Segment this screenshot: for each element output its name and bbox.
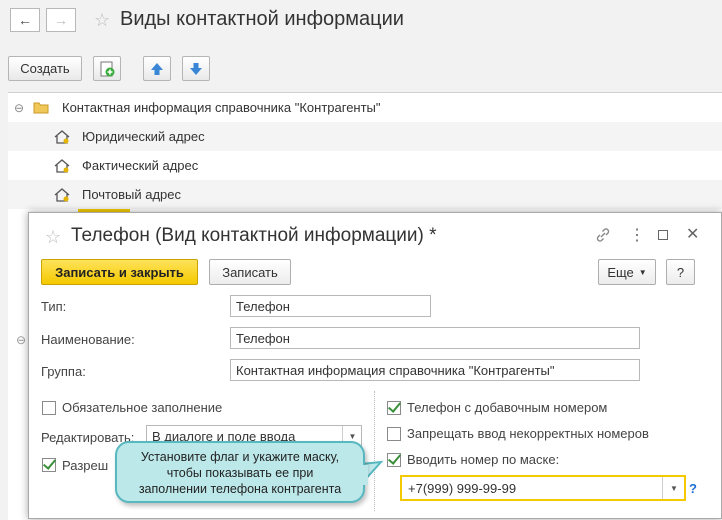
tree-root-row[interactable]: ⊖ Контактная информация справочника "Кон… (8, 93, 722, 122)
move-down-button[interactable] (182, 56, 210, 81)
address-house-icon (54, 158, 70, 173)
tree-item-label: Фактический адрес (82, 158, 199, 173)
address-house-icon (54, 187, 70, 202)
name-label: Наименование: (41, 332, 135, 347)
collapse-icon[interactable]: ⊖ (16, 333, 26, 347)
mask-input[interactable]: +7(999) 999-99-99 (400, 475, 686, 501)
forbid-incorrect-label: Запрещать ввод некорректных номеров (407, 426, 649, 441)
group-field[interactable]: Контактная информация справочника "Контр… (230, 359, 640, 381)
forward-button[interactable]: → (46, 8, 76, 32)
favorite-star-icon[interactable]: ☆ (45, 227, 61, 248)
page-title: Виды контактной информации (120, 8, 404, 30)
name-field[interactable]: Телефон (230, 327, 640, 349)
arrow-right-icon: → (54, 12, 68, 28)
save-button[interactable]: Записать (209, 259, 291, 285)
help-button[interactable]: ? (666, 259, 695, 285)
close-icon[interactable]: ✕ (686, 224, 699, 244)
arrow-up-icon (151, 62, 163, 75)
arrow-left-icon: ← (18, 12, 32, 28)
add-folder-icon (100, 61, 115, 76)
mask-label: Вводить номер по маске: (407, 452, 560, 467)
hint-callout: Установите флаг и укажите маску, чтобы п… (115, 441, 365, 503)
mask-checkbox[interactable] (387, 453, 401, 467)
create-group-button[interactable] (93, 56, 121, 81)
maximize-icon[interactable] (658, 230, 668, 240)
arrow-down-icon (190, 62, 202, 75)
more-label: Еще (607, 264, 634, 280)
favorite-star-icon[interactable]: ☆ (94, 10, 110, 31)
allow-checkbox[interactable] (42, 458, 56, 472)
callout-line: заполнении телефона контрагента (138, 482, 342, 496)
chevron-down-icon[interactable]: ▼ (662, 477, 685, 499)
forbid-incorrect-checkbox[interactable] (387, 427, 401, 441)
link-icon[interactable] (595, 227, 611, 243)
type-label: Тип: (41, 299, 67, 314)
required-label: Обязательное заполнение (62, 400, 223, 415)
required-checkbox[interactable] (42, 401, 56, 415)
collapse-icon[interactable]: ⊖ (14, 101, 24, 115)
tree-item-label: Почтовый адрес (82, 187, 181, 202)
move-up-button[interactable] (143, 56, 171, 81)
tree-item-label: Юридический адрес (82, 129, 205, 144)
mask-help-link[interactable]: ? (689, 481, 697, 496)
back-button[interactable]: ← (10, 8, 40, 32)
extension-number-label: Телефон с добавочным номером (407, 400, 608, 415)
dialog-title: Телефон (Вид контактной информации) * (71, 225, 437, 246)
more-menu-button[interactable]: Еще ▼ (598, 259, 656, 285)
callout-line: чтобы показывать ее при (166, 466, 314, 480)
more-actions-icon[interactable]: ⋮ (629, 225, 645, 245)
tree-item-actual-address[interactable]: Фактический адрес (8, 151, 722, 180)
address-house-icon (54, 129, 70, 144)
chevron-down-icon: ▼ (638, 267, 647, 277)
column-divider (374, 391, 376, 511)
folder-icon (33, 102, 49, 114)
group-label: Группа: (41, 364, 86, 379)
tree-root-label: Контактная информация справочника "Контр… (62, 100, 381, 115)
mask-input-value: +7(999) 999-99-99 (408, 481, 517, 496)
callout-line: Установите флаг и укажите маску, (140, 450, 340, 464)
tree-item-postal-address[interactable]: Почтовый адрес (8, 180, 722, 209)
tree-item-legal-address[interactable]: Юридический адрес (8, 122, 722, 151)
save-and-close-button[interactable]: Записать и закрыть (41, 259, 198, 285)
extension-number-checkbox[interactable] (387, 401, 401, 415)
create-button[interactable]: Создать (8, 56, 82, 81)
allow-label: Разреш (62, 458, 109, 473)
type-field[interactable]: Телефон (230, 295, 431, 317)
callout-pointer-join (360, 465, 368, 485)
